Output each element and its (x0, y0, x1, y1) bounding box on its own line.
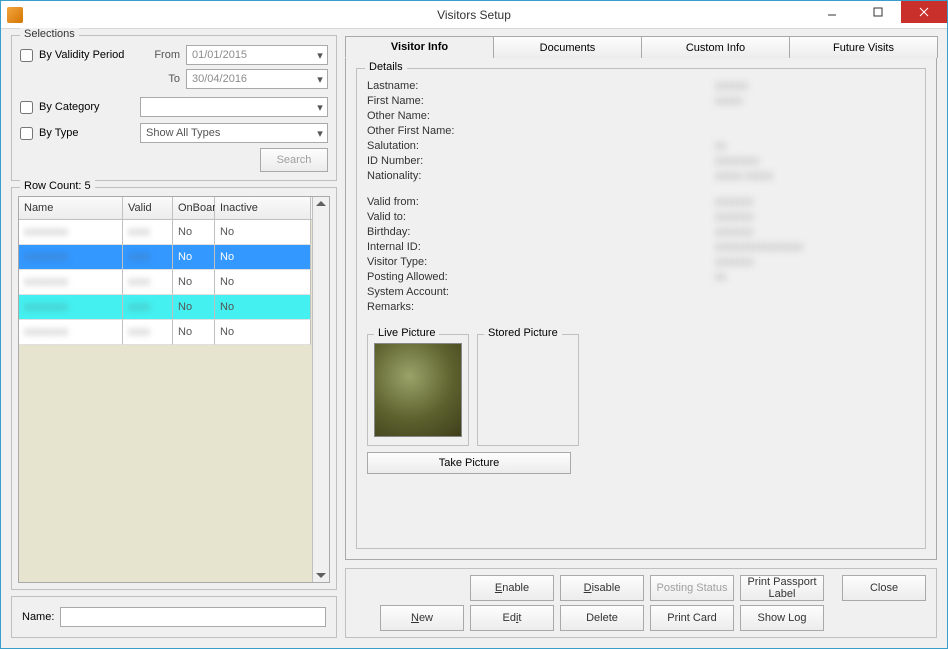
label-validfrom: Valid from: (367, 196, 517, 208)
new-button[interactable]: New (380, 605, 464, 631)
right-panel: Visitor Info Documents Custom Info Futur… (345, 35, 937, 638)
label-birthday: Birthday: (367, 226, 517, 238)
category-combo[interactable]: ▾ (140, 97, 328, 117)
dropdown-icon: ▾ (315, 49, 325, 62)
print-card-button[interactable]: Print Card (650, 605, 734, 631)
delete-button[interactable]: Delete (560, 605, 644, 631)
table-row[interactable]: xxxxxxxxxxxxNoNo (19, 245, 312, 270)
footer-buttons: Enable Disable Posting Status Print Pass… (345, 568, 937, 638)
label-remarks: Remarks: (367, 301, 517, 313)
row-count-label: Row Count: 5 (20, 180, 95, 192)
live-picture-box: Live Picture (367, 334, 469, 446)
name-input[interactable] (60, 607, 326, 627)
by-type-checkbox[interactable]: By Type (20, 127, 140, 140)
details-legend: Details (365, 61, 407, 73)
edit-button[interactable]: Edit (470, 605, 554, 631)
content-area: Selections By Validity Period From 01/01… (1, 29, 947, 648)
name-groupbox: Name: (11, 596, 337, 638)
details-fields: Lastname:xxxxxx First Name:xxxxx Other N… (367, 79, 915, 314)
details-groupbox: Details Lastname:xxxxxx First Name:xxxxx… (356, 68, 926, 549)
from-date-combo[interactable]: 01/01/2015▾ (186, 45, 328, 65)
label-nationality: Nationality: (367, 170, 517, 182)
selections-legend: Selections (20, 28, 79, 40)
picture-area: Live Picture Stored Picture (367, 334, 915, 446)
col-header-name[interactable]: Name (19, 197, 123, 219)
to-label: To (140, 73, 180, 85)
app-window: Visitors Setup Selections By Validity Pe… (0, 0, 948, 649)
stored-picture-legend: Stored Picture (484, 327, 562, 339)
window-controls (809, 1, 947, 28)
app-icon (7, 7, 23, 23)
label-othername: Other Name: (367, 110, 517, 122)
table-row[interactable]: xxxxxxxxxxxxNoNo (19, 320, 312, 345)
show-log-button[interactable]: Show Log (740, 605, 824, 631)
live-picture-legend: Live Picture (374, 327, 439, 339)
enable-button[interactable]: Enable (470, 575, 554, 601)
label-posting: Posting Allowed: (367, 271, 517, 283)
label-firstname: First Name: (367, 95, 517, 107)
dropdown-icon: ▾ (315, 127, 325, 140)
col-header-inactive[interactable]: Inactive (215, 197, 311, 219)
from-label: From (140, 49, 180, 61)
results-grid[interactable]: Name Valid OnBoard Inactive xxxxxxxxxxxx… (18, 196, 330, 583)
posting-status-button[interactable]: Posting Status (650, 575, 734, 601)
label-lastname: Lastname: (367, 80, 517, 92)
close-window-button[interactable] (901, 1, 947, 23)
live-picture-image (374, 343, 462, 437)
tab-content: Details Lastname:xxxxxx First Name:xxxxx… (345, 58, 937, 560)
stored-picture-box: Stored Picture (477, 334, 579, 446)
maximize-button[interactable] (855, 1, 901, 23)
table-row[interactable]: xxxxxxxxxxxxNoNo (19, 220, 312, 245)
grid-scrollbar[interactable] (312, 197, 329, 582)
titlebar: Visitors Setup (1, 1, 947, 29)
type-combo[interactable]: Show All Types▾ (140, 123, 328, 143)
take-picture-button[interactable]: Take Picture (367, 452, 571, 474)
selections-groupbox: Selections By Validity Period From 01/01… (11, 35, 337, 181)
close-button[interactable]: Close (842, 575, 926, 601)
by-validity-checkbox[interactable]: By Validity Period (20, 49, 140, 62)
print-passport-button[interactable]: Print Passport Label (740, 575, 824, 601)
by-category-checkbox[interactable]: By Category (20, 101, 140, 114)
tab-custom-info[interactable]: Custom Info (641, 36, 790, 58)
dropdown-icon: ▾ (315, 101, 325, 114)
label-otherfirst: Other First Name: (367, 125, 517, 137)
label-visitortype: Visitor Type: (367, 256, 517, 268)
name-label: Name: (22, 611, 54, 623)
label-validto: Valid to: (367, 211, 517, 223)
disable-button[interactable]: Disable (560, 575, 644, 601)
results-groupbox: Row Count: 5 Name Valid OnBoard Inactive… (11, 187, 337, 590)
col-header-onboard[interactable]: OnBoard (173, 197, 215, 219)
search-button[interactable]: Search (260, 148, 328, 172)
table-row[interactable]: xxxxxxxxxxxxNoNo (19, 270, 312, 295)
tab-documents[interactable]: Documents (493, 36, 642, 58)
to-date-combo[interactable]: 30/04/2016▾ (186, 69, 328, 89)
label-internalid: Internal ID: (367, 241, 517, 253)
label-sysacct: System Account: (367, 286, 517, 298)
tab-future-visits[interactable]: Future Visits (789, 36, 938, 58)
label-idnumber: ID Number: (367, 155, 517, 167)
left-panel: Selections By Validity Period From 01/01… (11, 35, 337, 638)
tab-strip: Visitor Info Documents Custom Info Futur… (345, 35, 937, 58)
dropdown-icon: ▾ (315, 73, 325, 86)
minimize-button[interactable] (809, 1, 855, 23)
grid-header: Name Valid OnBoard Inactive (19, 197, 312, 220)
col-header-valid[interactable]: Valid (123, 197, 173, 219)
table-row[interactable]: xxxxxxxxxxxxNoNo (19, 295, 312, 320)
label-salutation: Salutation: (367, 140, 517, 152)
tab-visitor-info[interactable]: Visitor Info (345, 36, 494, 58)
window-title: Visitors Setup (1, 8, 947, 22)
